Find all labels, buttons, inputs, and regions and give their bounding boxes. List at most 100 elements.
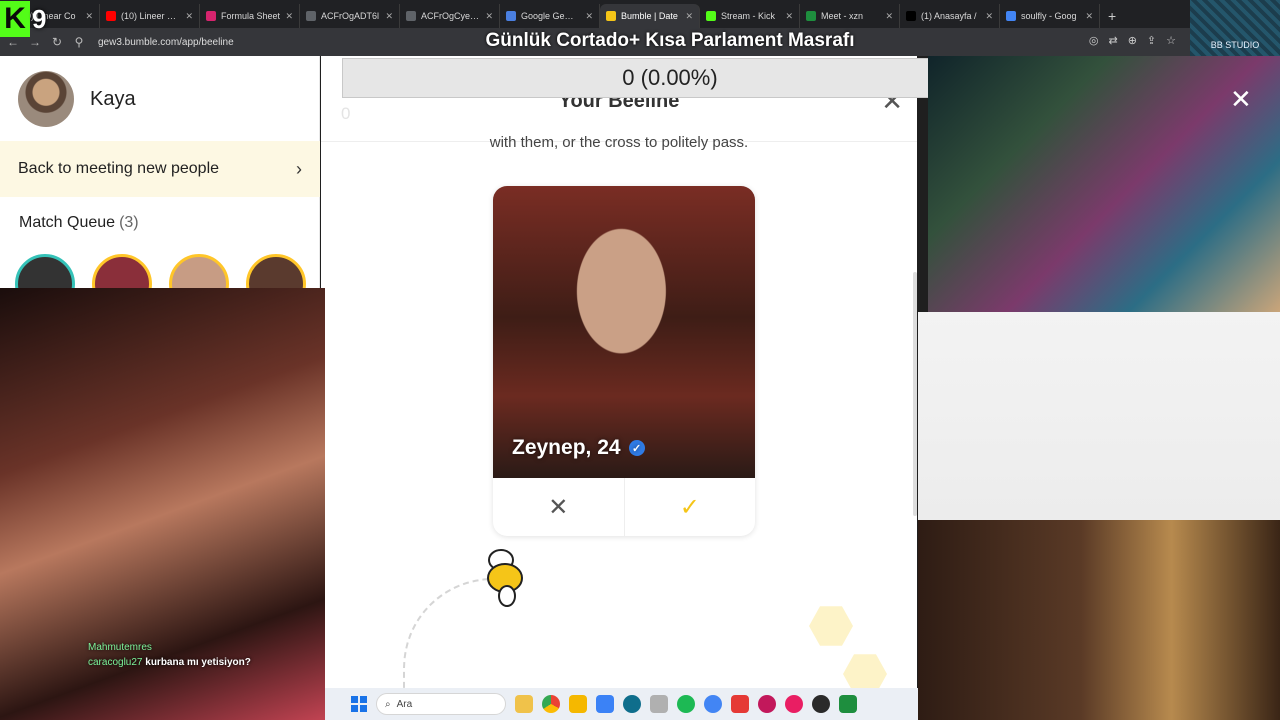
verified-badge-icon: ✓ bbox=[628, 440, 645, 456]
url-field[interactable]: gew3.bumble.com/app/beeline bbox=[98, 37, 234, 48]
overlay-title: Günlük Cortado+ Kısa Parlament Masrafı bbox=[485, 30, 855, 51]
tab-label: Meet - xzn bbox=[821, 11, 864, 21]
match-queue-label: Match Queue bbox=[19, 214, 116, 231]
windows-start-icon[interactable] bbox=[351, 696, 367, 712]
tab-close-icon[interactable]: ✕ bbox=[1085, 11, 1093, 22]
chrome-icon[interactable] bbox=[542, 695, 560, 713]
tab-label: soulfly - Goog bbox=[1021, 11, 1077, 21]
profile-name: Kaya bbox=[90, 87, 136, 110]
tab-close-icon[interactable]: ✕ bbox=[485, 11, 493, 22]
close-icon[interactable]: ✕ bbox=[1230, 84, 1252, 115]
copilot-icon[interactable] bbox=[596, 695, 614, 713]
taskbar: ⌕ Ara bbox=[325, 688, 918, 720]
taskbar-search[interactable]: ⌕ Ara bbox=[376, 693, 506, 715]
tab-favicon-icon bbox=[606, 11, 616, 21]
tab[interactable]: (1) Anasayfa / ✕ bbox=[900, 4, 1000, 28]
tab-close-icon[interactable]: ✕ bbox=[585, 11, 593, 22]
match-queue-count: (3) bbox=[119, 214, 139, 231]
chat-username: Mahmutemres bbox=[88, 642, 152, 653]
tab-label: ACFrOgCyexPz bbox=[421, 11, 481, 21]
kick-logo: K 9 bbox=[0, 0, 88, 38]
card-caption: Zeynep, 24 ✓ bbox=[512, 436, 645, 460]
stream-chat: Mahmutemres caracoglu27 kurbana mı yetis… bbox=[88, 640, 251, 670]
kick-number: 9 bbox=[32, 3, 47, 34]
profile-photo[interactable]: Zeynep, 24 ✓ bbox=[493, 186, 755, 478]
app-icon[interactable] bbox=[839, 695, 857, 713]
taskbar-search-placeholder: Ara bbox=[396, 698, 413, 710]
like-button[interactable]: ✓ bbox=[625, 478, 756, 536]
instruction-text: with them, or the cross to politely pass… bbox=[489, 134, 749, 151]
new-tab-icon[interactable]: + bbox=[1100, 4, 1124, 28]
address-tools: ◎ ⇄ ⊕ ⇪ ☆ bbox=[1089, 34, 1176, 47]
tab-strip: 10) Linear Co ✕ (10) Lineer Cebi ✕ Formula… bbox=[0, 0, 1190, 28]
tab-favicon-icon bbox=[1006, 11, 1016, 21]
tab-favicon-icon bbox=[906, 11, 916, 21]
pass-button[interactable]: ✕ bbox=[493, 478, 625, 536]
tab-favicon-icon bbox=[806, 11, 816, 21]
tab-close-icon[interactable]: ✕ bbox=[985, 11, 993, 22]
chevron-right-icon: › bbox=[296, 158, 302, 179]
tab[interactable]: ACFrOgADT6l ✕ bbox=[300, 4, 400, 28]
webcam-feed-top-right bbox=[928, 56, 1280, 312]
profile-name-age: Zeynep, 24 bbox=[512, 436, 621, 459]
search-icon: ⌕ bbox=[385, 698, 391, 710]
share-icon[interactable]: ⇪ bbox=[1147, 34, 1156, 47]
location-icon[interactable]: ◎ bbox=[1089, 34, 1099, 47]
file-explorer-icon[interactable] bbox=[515, 695, 533, 713]
tab-favicon-icon bbox=[206, 11, 216, 21]
bee-icon bbox=[487, 549, 523, 607]
tab[interactable]: ACFrOgCyexPz ✕ bbox=[400, 4, 500, 28]
tab-close-icon[interactable]: ✕ bbox=[685, 11, 693, 22]
tab-close-icon[interactable]: ✕ bbox=[185, 11, 193, 22]
cross-icon: ✕ bbox=[548, 493, 569, 521]
scrollbar[interactable] bbox=[913, 272, 917, 516]
profile-row[interactable]: Kaya bbox=[0, 56, 319, 142]
tab[interactable]: soulfly - Goog ✕ bbox=[1000, 4, 1100, 28]
tab[interactable]: (10) Lineer Cebi ✕ bbox=[100, 4, 200, 28]
profile-card[interactable]: Zeynep, 24 ✓ ✕ ✓ bbox=[493, 186, 755, 536]
tab-favicon-icon bbox=[306, 11, 316, 21]
edge-icon[interactable] bbox=[623, 695, 641, 713]
zoom-icon[interactable]: ⊕ bbox=[1128, 34, 1137, 47]
tab-active[interactable]: Bumble | Date ✕ bbox=[600, 4, 700, 28]
beeline-count: 0 bbox=[341, 104, 351, 123]
chat-message: kurbana mı yetisiyon? bbox=[145, 657, 251, 668]
spotify-icon[interactable] bbox=[677, 695, 695, 713]
back-label: Back to meeting new people bbox=[18, 160, 220, 177]
card-actions: ✕ ✓ bbox=[493, 478, 755, 536]
tab-label: Bumble | Date bbox=[621, 11, 678, 21]
studio-label: BB STUDIO bbox=[1210, 40, 1260, 50]
tab-favicon-icon bbox=[106, 11, 116, 21]
tab-label: Stream - Kick bbox=[721, 11, 776, 21]
calculator-icon[interactable] bbox=[650, 695, 668, 713]
translate-icon[interactable]: ⇄ bbox=[1108, 34, 1117, 47]
tab-label: Google Gemini bbox=[521, 11, 581, 21]
settings-icon[interactable] bbox=[812, 695, 830, 713]
tab-close-icon[interactable]: ✕ bbox=[885, 11, 893, 22]
chat-username: caracoglu27 bbox=[88, 657, 143, 668]
tab-close-icon[interactable]: ✕ bbox=[785, 11, 793, 22]
screen: { "browser": { "tabs": [ {"label": "10) … bbox=[0, 0, 1280, 720]
back-to-meeting-button[interactable]: Back to meeting new people › bbox=[0, 141, 320, 197]
tab-close-icon[interactable]: ✕ bbox=[285, 11, 293, 22]
match-queue-heading: Match Queue (3) bbox=[19, 214, 139, 232]
stat-bar: 0 (0.00%) bbox=[342, 58, 998, 98]
check-icon: ✓ bbox=[679, 493, 700, 521]
tab-close-icon[interactable]: ✕ bbox=[385, 11, 393, 22]
tab-label: ACFrOgADT6l bbox=[321, 11, 380, 21]
tab-label: (1) Anasayfa / bbox=[921, 11, 977, 21]
chat-line: caracoglu27 kurbana mı yetisiyon? bbox=[88, 655, 251, 670]
app-icon[interactable] bbox=[758, 695, 776, 713]
record-icon[interactable] bbox=[785, 695, 803, 713]
kick-k-icon: K bbox=[0, 1, 30, 37]
acrobat-icon[interactable] bbox=[731, 695, 749, 713]
tab[interactable]: Google Gemini ✕ bbox=[500, 4, 600, 28]
tab[interactable]: Formula Sheet ✕ bbox=[200, 4, 300, 28]
chrome-icon[interactable] bbox=[704, 695, 722, 713]
tab[interactable]: Meet - xzn ✕ bbox=[800, 4, 900, 28]
avatar[interactable] bbox=[18, 71, 74, 127]
folder-icon[interactable] bbox=[569, 695, 587, 713]
tab[interactable]: Stream - Kick ✕ bbox=[700, 4, 800, 28]
webcam-feed-bottom-right bbox=[918, 520, 1280, 720]
bookmark-star-icon[interactable]: ☆ bbox=[1166, 34, 1176, 47]
